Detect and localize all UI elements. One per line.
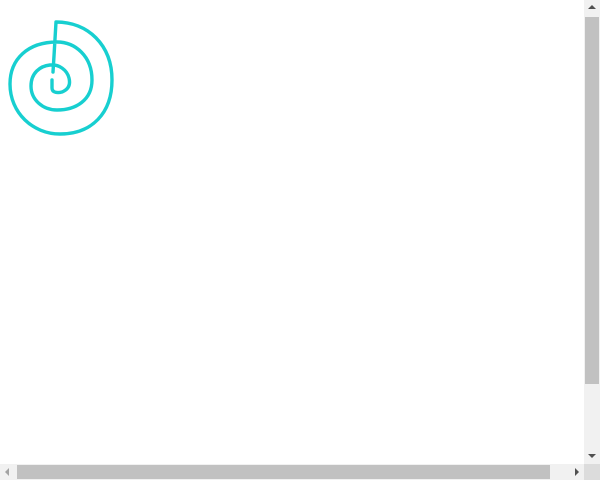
scroll-down-arrow-icon[interactable]: [584, 448, 600, 464]
scroll-up-arrow-icon[interactable]: [584, 0, 600, 16]
page-viewport[interactable]: [0, 0, 584, 464]
horizontal-scrollbar[interactable]: [0, 464, 584, 480]
scroll-left-arrow-icon[interactable]: [0, 464, 16, 480]
horizontal-scroll-thumb[interactable]: [17, 465, 550, 479]
drawing-canvas: [8, 20, 114, 136]
vertical-scrollbar[interactable]: [584, 0, 600, 464]
vertical-scroll-thumb[interactable]: [585, 17, 599, 384]
scroll-right-arrow-icon[interactable]: [568, 464, 584, 480]
scrollbar-corner: [584, 464, 600, 480]
spiral-stroke: [8, 20, 114, 136]
